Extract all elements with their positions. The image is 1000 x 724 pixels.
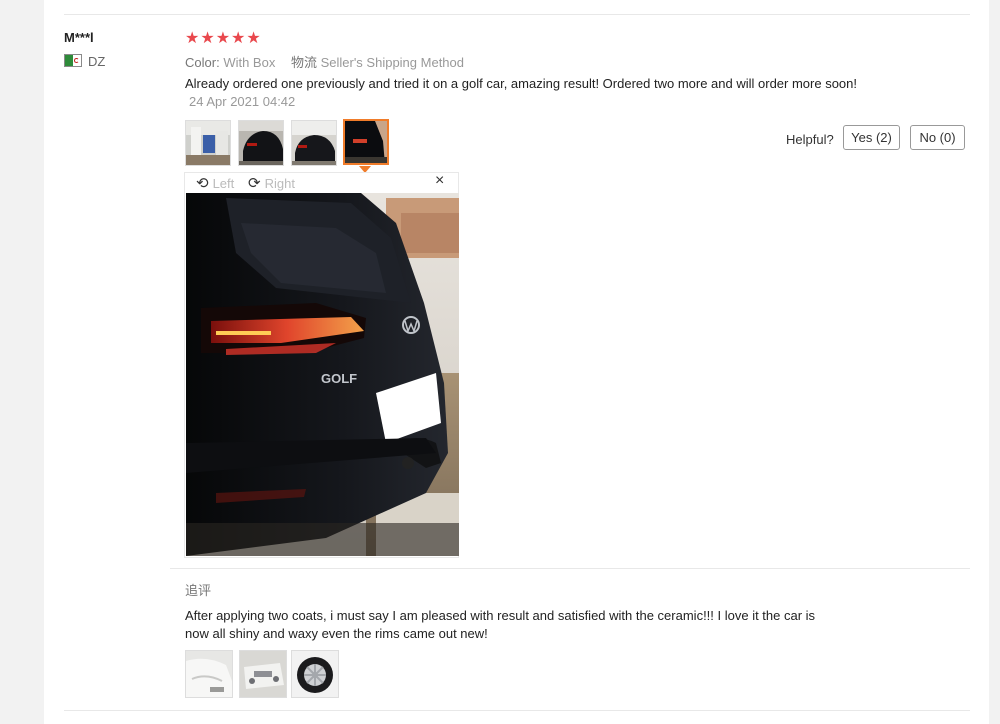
car-badge-text: GOLF (321, 371, 357, 386)
review-text: Already ordered one previously and tried… (185, 76, 858, 91)
review-photo-thumb[interactable] (291, 120, 337, 166)
reviewer-country: DZ (88, 54, 106, 69)
followup-photo-thumb[interactable] (291, 650, 339, 698)
algeria-flag-icon (64, 54, 82, 67)
followup-text: After applying two coats, i must say I a… (185, 607, 835, 643)
rotate-left-icon: ⟲ (196, 175, 209, 192)
followup-photo-thumb[interactable] (185, 650, 233, 698)
divider (64, 710, 970, 711)
review-date: 24 Apr 2021 04:42 (189, 94, 296, 109)
followup-label: 追评 (185, 583, 212, 598)
helpful-label: Helpful? (786, 132, 834, 147)
shipping-value: Seller's Shipping Method (320, 55, 464, 70)
photo-viewer: ⟲ Left ⟳ Right × GOLF (184, 172, 459, 558)
followup-text-line: now all shiny and waxy even the rims cam… (185, 626, 488, 641)
rotate-left-button[interactable]: ⟲ Left (196, 174, 234, 192)
rotate-right-button[interactable]: ⟳ Right (248, 174, 295, 192)
reviewer-name: M***l (64, 30, 94, 45)
viewer-toolbar: ⟲ Left ⟳ Right × (185, 172, 458, 193)
review-photo-thumb-selected[interactable] (343, 119, 389, 165)
color-label: Color: (185, 55, 220, 70)
color-value: With Box (223, 55, 276, 70)
divider (64, 14, 970, 15)
rotate-left-label: Left (212, 176, 235, 191)
review-photo-large: GOLF (186, 193, 459, 556)
star-rating: ★★★★★ (185, 30, 262, 47)
rotate-right-label: Right (264, 176, 295, 191)
close-icon[interactable]: × (435, 172, 444, 190)
helpful-no-button[interactable]: No (0) (910, 125, 965, 150)
followup-photo-thumb[interactable] (239, 650, 287, 698)
shipping-label: 物流 (290, 55, 317, 70)
rotate-right-icon: ⟳ (248, 175, 261, 192)
divider (170, 568, 970, 569)
review-meta: Color: With Box 物流 Seller's Shipping Met… (185, 52, 464, 71)
review-photo-thumb[interactable] (238, 120, 284, 166)
followup-text-line: After applying two coats, i must say I a… (185, 608, 816, 623)
review-photo-thumb[interactable] (185, 120, 231, 166)
helpful-yes-button[interactable]: Yes (2) (843, 125, 900, 150)
